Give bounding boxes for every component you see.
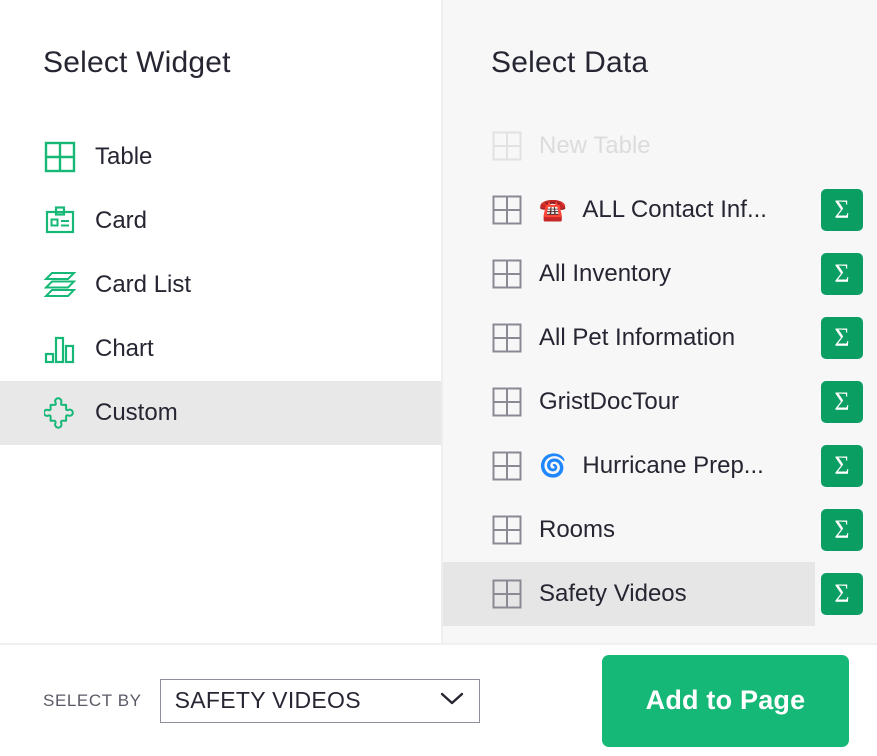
data-item-label: All Inventory xyxy=(539,262,672,286)
summary-sigma-button[interactable]: Σ xyxy=(821,445,863,487)
telephone-emoji-icon: ☎️ xyxy=(539,197,567,222)
add-widget-dialog: Select Widget Table Card Card List Chart… xyxy=(0,0,877,756)
select-by-label: SELECT BY xyxy=(43,690,142,710)
select-by-dropdown-box[interactable]: SAFETY VIDEOS xyxy=(159,678,480,723)
select-by-value: SAFETY VIDEOS xyxy=(174,687,361,713)
summary-sigma-button[interactable]: Σ xyxy=(821,573,863,615)
select-by-dropdown[interactable]: SAFETY VIDEOS xyxy=(159,678,480,723)
data-item-label: Rooms xyxy=(539,518,616,542)
data-item-rooms[interactable]: Rooms Σ xyxy=(443,498,877,562)
summary-sigma-button[interactable]: Σ xyxy=(821,317,863,359)
widget-item-card-list[interactable]: Card List xyxy=(0,253,441,317)
data-item-hurricane-prep[interactable]: 🌀 Hurricane Prep... Σ xyxy=(443,434,877,498)
data-item-safety-videos[interactable]: Safety Videos Σ xyxy=(443,562,877,626)
widget-item-label: Custom xyxy=(95,399,178,426)
bar-chart-icon xyxy=(43,332,77,366)
table-grid-icon xyxy=(491,578,523,610)
data-source-list: New Table ☎️ ALL Contact Inf... Σ All In… xyxy=(443,114,877,626)
data-item-label: All Pet Information xyxy=(539,326,736,350)
data-item-label: New Table xyxy=(539,134,651,158)
widget-item-label: Table xyxy=(95,143,153,170)
select-widget-title: Select Widget xyxy=(43,46,231,79)
select-data-title: Select Data xyxy=(491,46,649,79)
dialog-panels: Select Widget Table Card Card List Chart… xyxy=(0,0,877,643)
data-item-all-inventory[interactable]: All Inventory Σ xyxy=(443,242,877,306)
widget-type-list: Table Card Card List Chart Custom xyxy=(0,125,441,445)
select-widget-panel: Select Widget Table Card Card List Chart… xyxy=(0,0,443,643)
data-item-label: GristDocTour xyxy=(539,390,680,414)
widget-item-label: Card xyxy=(95,207,148,234)
cyclone-emoji-icon: 🌀 xyxy=(539,453,567,478)
data-item-all-pet-information[interactable]: All Pet Information Σ xyxy=(443,306,877,370)
add-to-page-button[interactable]: Add to Page xyxy=(602,654,849,747)
table-grid-icon xyxy=(491,450,523,482)
table-grid-icon xyxy=(491,194,523,226)
select-data-panel: Select Data New Table ☎️ ALL Contact Inf… xyxy=(443,0,877,643)
puzzle-piece-icon xyxy=(43,396,77,430)
table-grid-icon xyxy=(43,140,77,174)
data-item-label: Hurricane Prep... xyxy=(582,454,764,478)
data-item-all-contact-info[interactable]: ☎️ ALL Contact Inf... Σ xyxy=(443,178,877,242)
widget-item-chart[interactable]: Chart xyxy=(0,317,441,381)
summary-sigma-button[interactable]: Σ xyxy=(821,253,863,295)
dialog-footer: SELECT BY SAFETY VIDEOS Add to Page xyxy=(0,643,877,756)
chevron-down-icon xyxy=(439,690,465,711)
summary-sigma-button[interactable]: Σ xyxy=(821,189,863,231)
widget-item-label: Card List xyxy=(95,271,192,298)
widget-item-custom[interactable]: Custom xyxy=(0,381,441,445)
table-grid-icon xyxy=(491,258,523,290)
widget-item-table[interactable]: Table xyxy=(0,125,441,189)
card-list-icon xyxy=(43,268,77,302)
widget-item-label: Chart xyxy=(95,335,154,362)
table-grid-icon xyxy=(491,386,523,418)
summary-sigma-button[interactable]: Σ xyxy=(821,509,863,551)
table-grid-icon xyxy=(491,514,523,546)
table-grid-icon xyxy=(491,322,523,354)
data-item-label: Safety Videos xyxy=(539,582,687,606)
summary-sigma-button[interactable]: Σ xyxy=(821,381,863,423)
data-item-label: ALL Contact Inf... xyxy=(582,198,767,222)
table-grid-icon xyxy=(491,130,523,162)
data-item-new-table[interactable]: New Table xyxy=(443,114,877,178)
data-item-gristdoctour[interactable]: GristDocTour Σ xyxy=(443,370,877,434)
widget-item-card[interactable]: Card xyxy=(0,189,441,253)
card-icon xyxy=(43,204,77,238)
